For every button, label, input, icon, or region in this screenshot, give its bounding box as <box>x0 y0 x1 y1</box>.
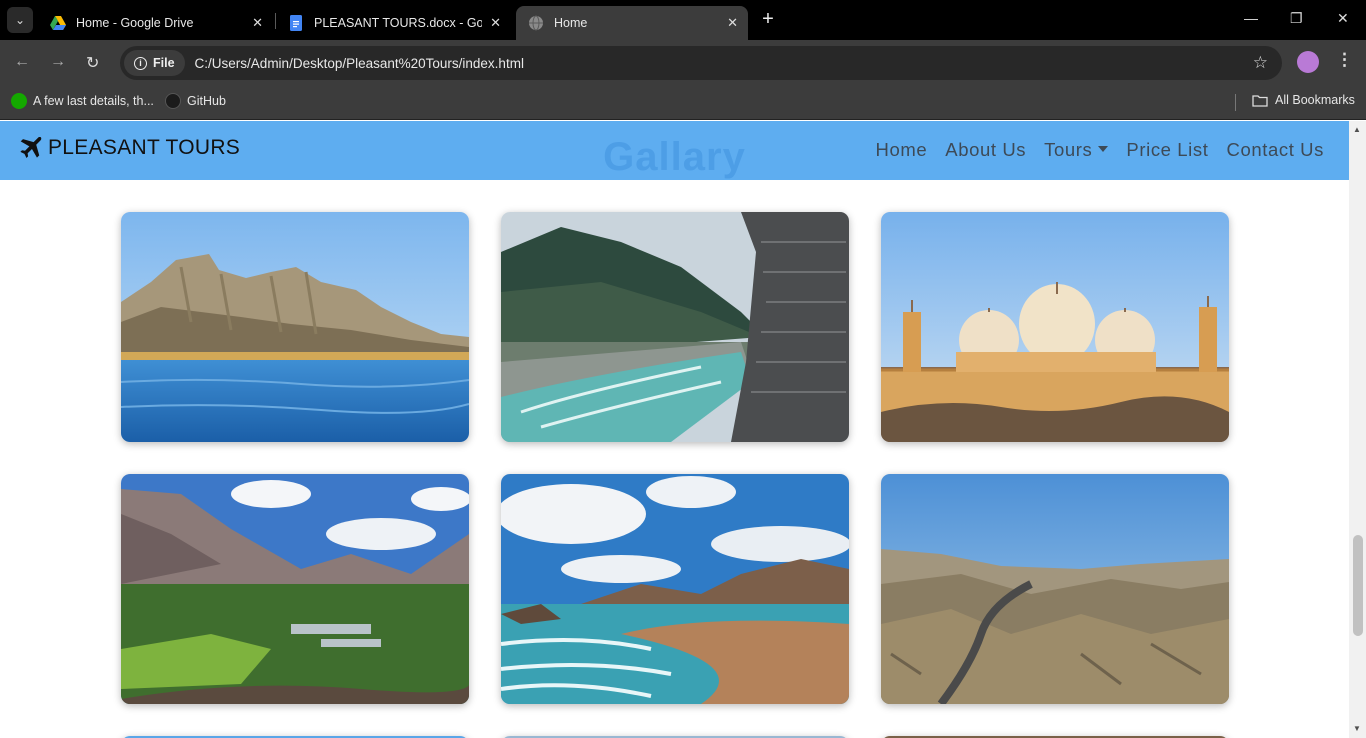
folder-icon <box>1252 94 1268 107</box>
tab-title: Home <box>554 16 588 30</box>
airplane-icon <box>20 137 42 158</box>
close-icon[interactable]: ✕ <box>490 15 501 31</box>
bookmark-upwork[interactable]: A few last details, th... <box>11 93 154 109</box>
tab-title: PLEASANT TOURS.docx - Goog <box>314 16 483 30</box>
plus-icon: + <box>762 8 774 30</box>
restore-button[interactable]: ❐ <box>1290 10 1303 27</box>
nav-tours-dropdown[interactable]: Tours <box>1044 139 1109 161</box>
tab-pleasant-tours-docx[interactable]: PLEASANT TOURS.docx - Goog ✕ <box>276 6 511 40</box>
all-bookmarks-label: All Bookmarks <box>1275 93 1355 107</box>
gallery-card[interactable] <box>881 474 1229 704</box>
forward-button[interactable]: → <box>50 53 66 71</box>
bookmark-label: A few last details, th... <box>33 94 154 108</box>
tab-home[interactable]: Home ✕ <box>516 6 748 40</box>
bookmark-github[interactable]: GitHub <box>165 93 226 109</box>
nav-about[interactable]: About Us <box>945 139 1026 161</box>
nav-contact[interactable]: Contact Us <box>1226 139 1324 161</box>
upwork-icon <box>11 93 27 109</box>
caret-down-icon <box>1098 146 1109 152</box>
new-tab-button[interactable]: + <box>758 8 778 30</box>
tab-title: Home - Google Drive <box>76 16 194 30</box>
profile-avatar[interactable] <box>1297 51 1319 73</box>
minimize-button[interactable]: — <box>1244 10 1258 26</box>
back-button[interactable]: ← <box>14 53 30 71</box>
all-bookmarks-button[interactable]: All Bookmarks <box>1252 93 1355 107</box>
rocky-cliffs-over-lake-image <box>121 212 469 442</box>
chevron-down-icon: ⌄ <box>14 13 26 27</box>
site-info-chip[interactable]: i File <box>124 50 185 76</box>
browser-menu-icon[interactable]: ⋮ <box>1336 50 1353 70</box>
desert-canyon-road-image <box>881 474 1229 704</box>
river-valley-image <box>501 212 849 442</box>
google-drive-icon <box>50 16 66 30</box>
reload-button[interactable]: ↻ <box>86 53 99 73</box>
arrow-left-icon: ← <box>14 53 30 70</box>
mosque-domes-image <box>881 212 1229 442</box>
gallery-card[interactable] <box>881 212 1229 442</box>
beach-coast-image <box>501 474 849 704</box>
bookmarks-bar: A few last details, th... GitHub All Boo… <box>0 86 1366 120</box>
address-bar[interactable]: i File C:/Users/Admin/Desktop/Pleasant%2… <box>120 46 1282 80</box>
close-icon[interactable]: ✕ <box>727 15 738 31</box>
globe-icon <box>529 15 543 31</box>
gallery-card[interactable] <box>501 474 849 704</box>
tab-google-drive[interactable]: Home - Google Drive ✕ <box>38 6 273 40</box>
mountain-valley-village-image <box>121 474 469 704</box>
nav-tours-label: Tours <box>1044 139 1093 160</box>
site-navbar: Gallary PLEASANT TOURS Home About Us Tour… <box>0 121 1349 180</box>
close-window-button[interactable]: ✕ <box>1337 10 1349 27</box>
brand-logo[interactable]: PLEASANT TOURS <box>18 135 240 161</box>
gallery-card[interactable] <box>501 212 849 442</box>
bookmark-label: GitHub <box>187 94 226 108</box>
restore-icon: ❐ <box>1290 10 1303 26</box>
nav-home[interactable]: Home <box>876 139 928 161</box>
tab-strip: ⌄ Home - Google Drive ✕ PLEASANT TOURS.d… <box>0 0 1366 40</box>
minimize-icon: — <box>1244 10 1258 26</box>
arrow-right-icon: → <box>50 53 66 70</box>
bookmarks-separator <box>1235 94 1236 111</box>
scheme-label: File <box>153 56 175 70</box>
info-icon: i <box>134 56 147 70</box>
nav-price-list[interactable]: Price List <box>1126 139 1208 161</box>
scroll-up-arrow-icon[interactable]: ▲ <box>1353 125 1361 134</box>
page-viewport: Gallary PLEASANT TOURS Home About Us Tour… <box>0 121 1349 738</box>
url-text[interactable]: C:/Users/Admin/Desktop/Pleasant%20Tours/… <box>195 56 524 71</box>
gallery-card[interactable] <box>121 474 469 704</box>
scroll-down-arrow-icon[interactable]: ▼ <box>1353 724 1361 733</box>
bookmark-star-icon[interactable]: ☆ <box>1253 53 1268 73</box>
tab-search-button[interactable]: ⌄ <box>7 7 33 33</box>
browser-toolbar: ← → ↻ i File C:/Users/Admin/Desktop/Plea… <box>0 40 1366 86</box>
main-nav: Home About Us Tours Price List Contact Us <box>858 139 1325 161</box>
close-icon: ✕ <box>1337 10 1349 26</box>
github-icon <box>165 93 181 109</box>
brand-name: PLEASANT TOURS <box>48 136 241 159</box>
close-icon[interactable]: ✕ <box>252 15 263 31</box>
reload-icon: ↻ <box>86 55 100 72</box>
scrollbar-thumb[interactable] <box>1353 535 1363 636</box>
page-scrollbar[interactable]: ▲ ▼ <box>1349 121 1366 738</box>
gallery-card[interactable] <box>121 212 469 442</box>
google-docs-icon <box>290 15 302 31</box>
